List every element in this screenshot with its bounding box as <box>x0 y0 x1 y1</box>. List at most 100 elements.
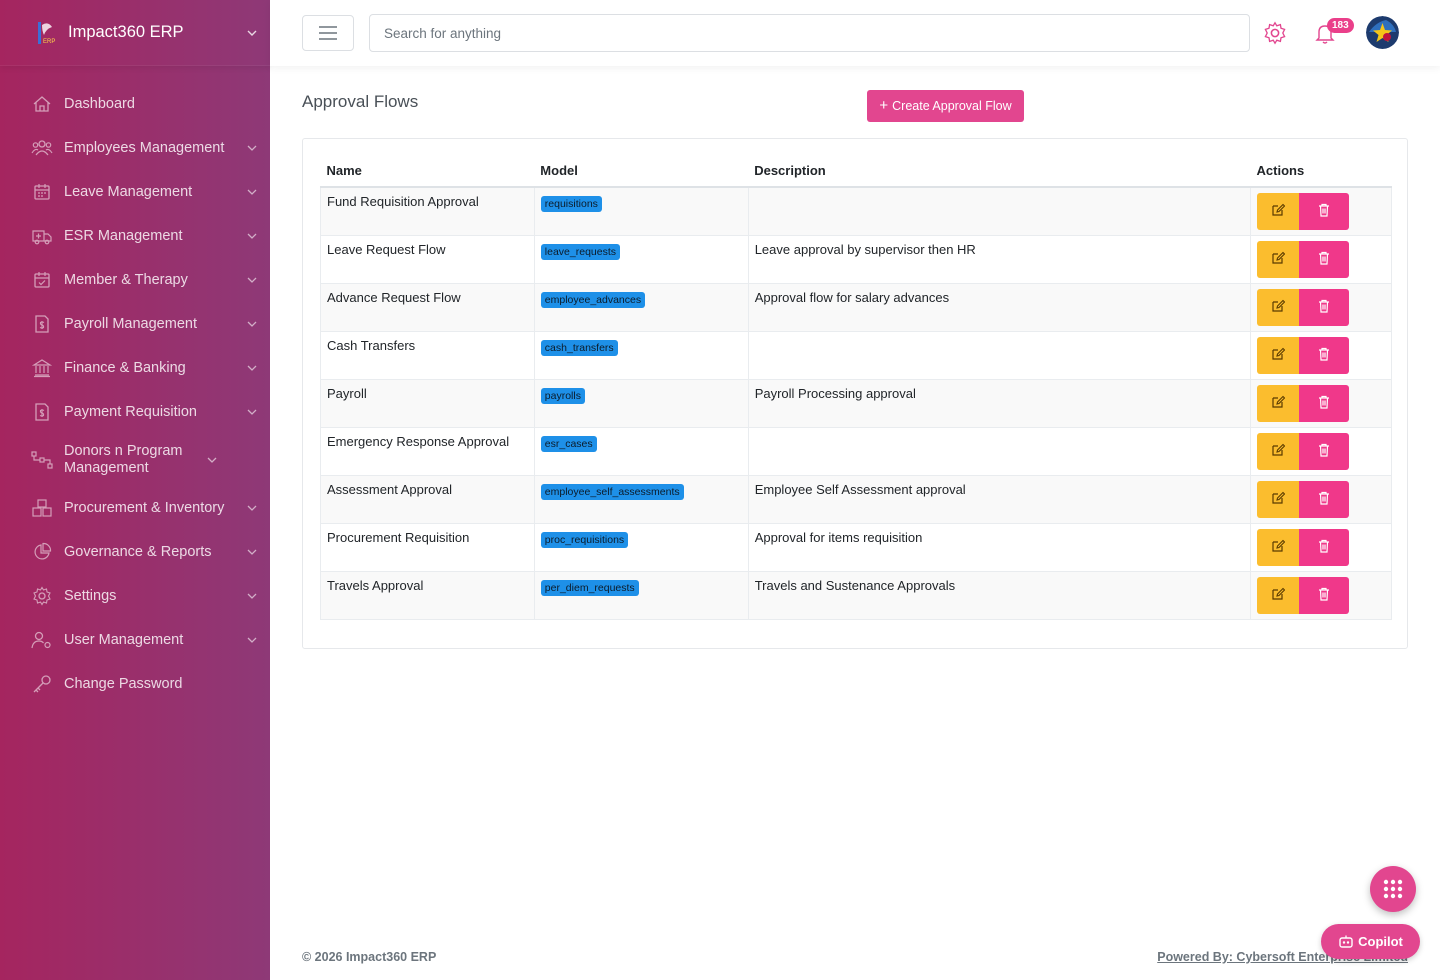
sidebar-item-label: Member & Therapy <box>64 271 188 288</box>
edit-button[interactable] <box>1257 576 1300 614</box>
column-header-name[interactable]: Name <box>320 155 535 188</box>
settings-gear-icon[interactable] <box>1263 21 1287 45</box>
users-icon <box>31 137 53 159</box>
logo-icon: ERP <box>30 18 60 48</box>
table-row: Emergency Response Approval esr_cases <box>320 426 1392 476</box>
delete-button[interactable] <box>1299 384 1350 422</box>
model-tag: cash_transfers <box>540 339 618 356</box>
table-row: Fund Requisition Approval requisitions <box>320 186 1392 236</box>
sidebar-item-label: Payroll Management <box>64 315 197 332</box>
sidebar-item-finance-banking[interactable]: Finance & Banking <box>0 346 270 390</box>
trash-icon <box>1318 491 1330 508</box>
edit-icon <box>1271 539 1286 556</box>
delete-button[interactable] <box>1299 528 1350 566</box>
pie-chart-icon <box>31 541 53 563</box>
action-group <box>1257 528 1385 566</box>
approval-flows-table: Name Model Description Actions Fund Requ… <box>320 155 1392 620</box>
chevron-down-icon <box>234 409 270 415</box>
action-group <box>1257 288 1385 326</box>
sidebar-item-dashboard[interactable]: Dashboard <box>0 82 270 126</box>
cell-model: per_diem_requests <box>533 570 749 620</box>
delete-button[interactable] <box>1299 193 1350 230</box>
edit-button[interactable] <box>1257 432 1300 470</box>
model-tag: employee_self_assessments <box>540 483 684 500</box>
avatar[interactable] <box>1366 16 1399 49</box>
cell-actions <box>1250 474 1392 524</box>
menu-toggle-button[interactable] <box>302 15 354 51</box>
chevron-down-icon <box>234 549 270 555</box>
cell-actions <box>1250 186 1392 236</box>
sidebar-item-settings[interactable]: Settings <box>0 574 270 618</box>
column-header-model[interactable]: Model <box>534 155 749 188</box>
edit-button[interactable] <box>1257 288 1300 326</box>
edit-button[interactable] <box>1257 336 1300 374</box>
cell-model: leave_requests <box>533 234 749 284</box>
edit-button[interactable] <box>1257 193 1300 230</box>
sidebar-item-payment-requisition[interactable]: Payment Requisition <box>0 390 270 434</box>
app-name: Impact360 ERP <box>68 23 184 41</box>
sidebar-item-procurement-inventory[interactable]: Procurement & Inventory <box>0 486 270 530</box>
model-tag: per_diem_requests <box>540 579 639 596</box>
svg-text:ERP: ERP <box>43 39 55 45</box>
copilot-button[interactable]: Copilot <box>1321 924 1420 959</box>
edit-icon <box>1271 347 1286 364</box>
sidebar-item-payroll-management[interactable]: Payroll Management <box>0 302 270 346</box>
model-tag: esr_cases <box>540 435 597 452</box>
cell-actions <box>1250 522 1392 572</box>
delete-button[interactable] <box>1299 576 1350 614</box>
action-group <box>1257 336 1385 374</box>
search-input[interactable] <box>369 14 1250 52</box>
cell-actions <box>1250 378 1392 428</box>
column-header-description[interactable]: Description <box>748 155 1251 188</box>
sidebar-item-donors-program-management[interactable]: Donors n Program Management <box>0 434 270 486</box>
cell-name: Fund Requisition Approval <box>320 186 535 236</box>
edit-button[interactable] <box>1257 480 1300 518</box>
cell-actions <box>1250 426 1392 476</box>
create-approval-flow-button[interactable]: + Create Approval Flow <box>867 90 1024 122</box>
table-row: Advance Request Flow employee_advances App… <box>320 282 1392 332</box>
cell-model: requisitions <box>533 186 749 236</box>
delete-button[interactable] <box>1299 288 1350 326</box>
calendar-check-icon <box>31 269 53 291</box>
bank-icon <box>31 357 53 379</box>
model-tag: proc_requisitions <box>540 531 629 548</box>
cell-actions <box>1250 570 1392 620</box>
sidebar-item-label: Employees Management <box>64 139 225 156</box>
edit-button[interactable] <box>1257 384 1300 422</box>
action-group <box>1257 432 1385 470</box>
trash-icon <box>1318 395 1330 412</box>
cell-model: cash_transfers <box>533 330 749 380</box>
edit-icon <box>1271 299 1286 316</box>
model-tag: payrolls <box>540 387 585 404</box>
flow-description: Approval flow for salary advances <box>754 289 950 305</box>
boxes-icon <box>31 497 53 519</box>
edit-button[interactable] <box>1257 240 1300 278</box>
sidebar-item-esr-management[interactable]: ESR Management <box>0 214 270 258</box>
delete-button[interactable] <box>1299 432 1350 470</box>
flow-name: Advance Request Flow <box>327 289 461 305</box>
sidebar-item-label: Finance & Banking <box>64 359 186 376</box>
sidebar-item-governance-reports[interactable]: Governance & Reports <box>0 530 270 574</box>
sidebar-item-employees-management[interactable]: Employees Management <box>0 126 270 170</box>
brand[interactable]: ERP Impact360 ERP <box>0 0 270 66</box>
delete-button[interactable] <box>1299 240 1350 278</box>
delete-button[interactable] <box>1299 336 1350 374</box>
flow-name: Travels Approval <box>327 577 424 593</box>
cell-name: Cash Transfers <box>320 330 535 380</box>
plus-icon: + <box>879 97 889 114</box>
ambulance-icon <box>31 225 53 247</box>
flow-description: Employee Self Assessment approval <box>754 481 966 497</box>
sidebar-item-leave-management[interactable]: Leave Management <box>0 170 270 214</box>
table-row: Procurement Requisition proc_requisitions… <box>320 522 1392 572</box>
sidebar-item-member-therapy[interactable]: Member & Therapy <box>0 258 270 302</box>
table-body: Fund Requisition Approval requisitions Lea… <box>320 186 1392 620</box>
table-row: Cash Transfers cash_transfers <box>320 330 1392 380</box>
trash-icon <box>1318 347 1330 364</box>
chevron-down-icon <box>234 637 270 643</box>
chevron-down-icon[interactable] <box>234 30 270 36</box>
sidebar-item-change-password[interactable]: Change Password <box>0 662 270 706</box>
apps-grid-button[interactable] <box>1370 866 1416 912</box>
delete-button[interactable] <box>1299 480 1350 518</box>
edit-button[interactable] <box>1257 528 1300 566</box>
sidebar-item-user-management[interactable]: User Management <box>0 618 270 662</box>
